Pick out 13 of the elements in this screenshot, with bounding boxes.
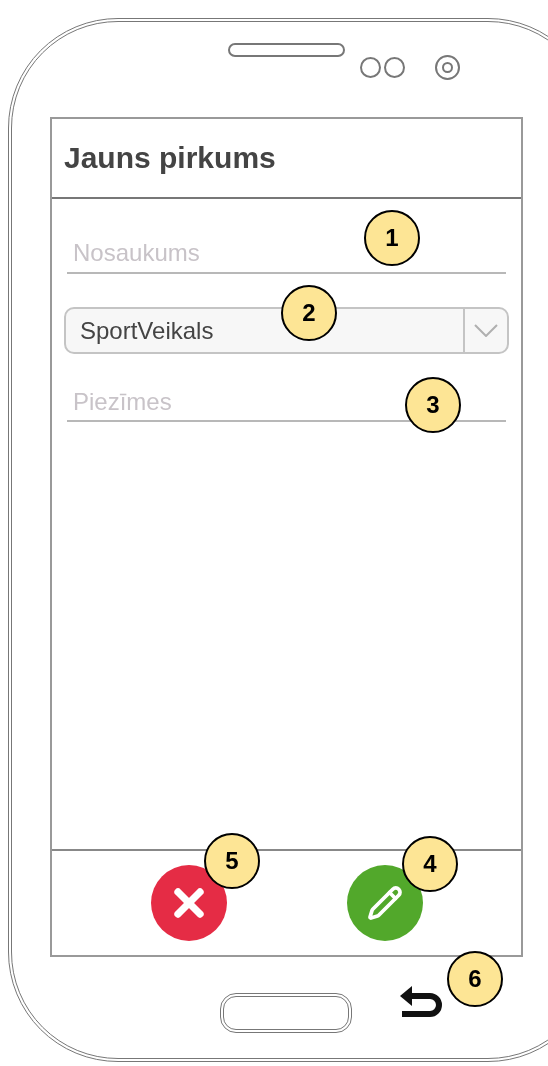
sensor-icon [360,57,381,78]
callout-marker: 3 [405,377,461,433]
sensor-icon [384,57,405,78]
callout-marker: 6 [447,951,503,1007]
callout-marker: 2 [281,285,337,341]
callout-marker: 1 [364,210,420,266]
callout-marker: 5 [204,833,260,889]
home-button[interactable] [220,993,352,1033]
callout-marker: 4 [402,836,458,892]
pencil-icon [367,885,403,921]
screen-title: Jauns pirkums [64,140,276,176]
camera-icon [435,55,460,80]
chevron-down-icon [474,324,498,337]
